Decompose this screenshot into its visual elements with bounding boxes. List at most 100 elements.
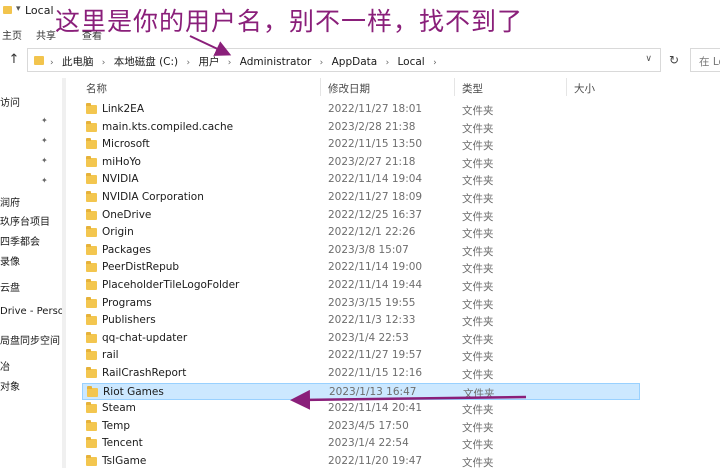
file-name: Packages [102,244,151,256]
nav-item[interactable]: 对象 [0,378,20,393]
tab-share[interactable]: 共享 [36,27,56,42]
nav-item[interactable]: 冶 [0,358,10,373]
pin-icon[interactable]: ✦ [41,136,48,145]
file-type: 文件夹 [462,437,494,452]
chevron-right-icon[interactable]: › [102,58,106,68]
folder-icon [86,281,97,290]
chevron-right-icon[interactable]: › [228,58,232,68]
list-item[interactable]: Steam2022/11/14 20:41文件夹 [82,400,640,418]
list-item[interactable]: PeerDistRepub2022/11/14 19:00文件夹 [82,259,640,277]
column-header-type[interactable]: 类型 [462,81,483,96]
list-item[interactable]: NVIDIA2022/11/14 19:04文件夹 [82,171,640,189]
file-name: Steam [102,402,136,414]
list-item[interactable]: PlaceholderTileLogoFolder 2022/11/14 19:4… [82,277,640,295]
address-row: ↑ › 此电脑 › 本地磁盘 (C:) › 用户 › Administrator… [0,46,720,74]
list-item[interactable]: Programs2023/3/15 19:55文件夹 [82,295,640,313]
breadcrumb-administrator[interactable]: Administrator [240,56,312,68]
list-item[interactable]: RailCrashReport2022/11/15 12:16文件夹 [82,365,640,383]
list-item[interactable]: Tencent2023/1/4 22:54文件夹 [82,435,640,453]
quick-access-toolbar-dropdown[interactable]: ▾ [16,4,21,14]
refresh-icon[interactable]: ↻ [666,53,682,69]
folder-icon [86,228,97,237]
file-date: 2022/11/27 18:01 [328,103,422,115]
chevron-right-icon[interactable]: › [386,58,390,68]
search-input[interactable]: 在 Lo [690,48,720,72]
file-type: 文件夹 [462,261,494,276]
list-item[interactable]: NVIDIA Corporation2022/11/27 18:09文件夹 [82,189,640,207]
folder-icon [86,334,97,343]
list-item[interactable]: miHoYo2023/2/27 21:18文件夹 [82,154,640,172]
file-name: Tencent [102,437,143,449]
list-item[interactable]: Temp2023/4/5 17:50文件夹 [82,418,640,436]
nav-item-onedrive[interactable]: Drive - Perso [0,306,64,317]
nav-item-quick-access[interactable]: 访问 [0,94,20,109]
file-date: 2023/2/28 21:38 [328,121,415,133]
nav-item[interactable]: 四季都会 [0,233,40,248]
list-item[interactable]: TslGame2022/11/20 19:47文件夹 [82,453,640,468]
folder-icon [86,351,97,360]
pin-icon[interactable]: ✦ [41,116,48,125]
list-item[interactable]: Packages2023/3/8 15:07文件夹 [82,242,640,260]
chevron-right-icon[interactable]: › [50,58,54,68]
column-divider[interactable] [566,78,567,96]
annotation-text: 这里是你的用户名，别不一样，找不到了 [55,2,523,38]
file-date: 2022/11/15 12:16 [328,367,422,379]
folder-icon [86,105,97,114]
file-name: PlaceholderTileLogoFolder [102,279,239,291]
file-name: Origin [102,226,134,238]
file-name: Riot Games [103,386,164,398]
breadcrumb-local[interactable]: Local [398,56,425,68]
file-type: 文件夹 [462,349,494,364]
tab-home[interactable]: 主页 [2,27,22,42]
file-type: 文件夹 [462,314,494,329]
file-name: main.kts.compiled.cache [102,121,233,133]
list-item[interactable]: qq-chat-updater2023/1/4 22:53文件夹 [82,330,640,348]
list-item[interactable]: Link2EA2022/11/27 18:01文件夹 [82,101,640,119]
file-name: TslGame [102,455,146,467]
list-item[interactable]: Publishers2022/11/3 12:33文件夹 [82,312,640,330]
file-name: Programs [102,297,152,309]
folder-icon [86,158,97,167]
chevron-right-icon[interactable]: › [433,58,437,68]
folder-icon [86,439,97,448]
nav-scrollbar[interactable] [62,78,66,468]
up-arrow-icon[interactable]: ↑ [6,52,22,68]
address-dropdown-icon[interactable]: ∨ [645,54,652,64]
file-name: rail [102,349,119,361]
file-name: qq-chat-updater [102,332,187,344]
breadcrumb-users[interactable]: 用户 [198,56,219,68]
chevron-right-icon[interactable]: › [320,58,324,68]
list-item-selected[interactable]: Riot Games2023/1/13 16:47文件夹 [82,383,640,401]
column-divider[interactable] [320,78,321,96]
file-date: 2022/11/14 19:00 [328,261,422,273]
column-header-size[interactable]: 大小 [574,81,595,96]
pin-icon[interactable]: ✦ [41,176,48,185]
list-item[interactable]: main.kts.compiled.cache2023/2/28 21:38文件… [82,119,640,137]
list-item[interactable]: Origin2022/12/1 22:26文件夹 [82,224,640,242]
breadcrumb-local-disk[interactable]: 本地磁盘 (C:) [114,56,178,68]
list-item[interactable]: rail2022/11/27 19:57文件夹 [82,347,640,365]
folder-icon [34,56,44,65]
column-header-date[interactable]: 修改日期 [328,81,370,96]
list-item[interactable]: OneDrive2022/12/25 16:37文件夹 [82,207,640,225]
address-bar[interactable]: › 此电脑 › 本地磁盘 (C:) › 用户 › Administrator ›… [27,48,661,72]
folder-icon [87,388,98,397]
breadcrumb-this-pc[interactable]: 此电脑 [62,56,94,68]
nav-item[interactable]: 玖序台项目 [0,213,50,228]
chevron-right-icon[interactable]: › [187,58,191,68]
column-header-name[interactable]: 名称 [86,81,107,96]
column-divider[interactable] [454,78,455,96]
file-date: 2022/11/14 19:44 [328,279,422,291]
pin-icon[interactable]: ✦ [41,156,48,165]
nav-item-cloud[interactable]: 云盘 [0,279,20,294]
file-date: 2022/11/14 19:04 [328,173,422,185]
nav-item[interactable]: 局盘同步空间 [0,332,60,347]
list-item[interactable]: Microsoft2022/11/15 13:50文件夹 [82,136,640,154]
file-type: 文件夹 [462,103,494,118]
folder-icon [86,263,97,272]
nav-item[interactable]: 录像 [0,253,20,268]
nav-item[interactable]: 润府 [0,194,20,209]
file-date: 2023/2/27 21:18 [328,156,415,168]
file-type: 文件夹 [462,279,494,294]
breadcrumb-appdata[interactable]: AppData [332,56,378,68]
